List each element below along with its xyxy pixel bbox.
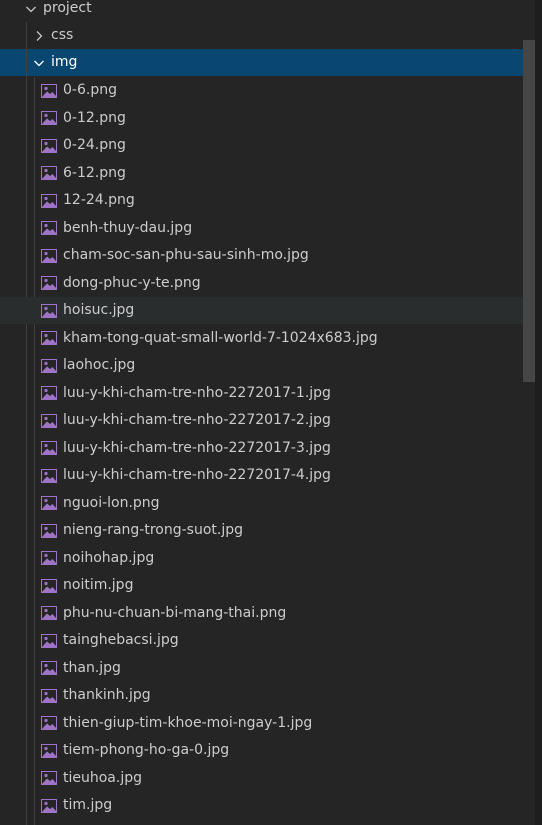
image-file-icon: [40, 633, 58, 649]
file-item[interactable]: than.jpg: [0, 655, 523, 682]
image-file-icon: [40, 495, 58, 511]
tree-folder-project[interactable]: project: [0, 0, 523, 22]
image-file-icon: [40, 165, 58, 181]
file-label: benh-thuy-dau.jpg: [63, 219, 193, 236]
file-label: dong-phuc-y-te.png: [63, 274, 201, 291]
file-label: tim.jpg: [63, 797, 113, 813]
file-item[interactable]: thien-giup-tim-khoe-moi-ngay-1.jpg: [0, 710, 523, 737]
file-item[interactable]: phu-nu-chuan-bi-mang-thai.png: [0, 600, 523, 627]
file-item[interactable]: 12-24.png: [0, 187, 523, 214]
tree-folder-css[interactable]: css: [0, 22, 523, 49]
image-file-icon: [40, 688, 58, 704]
image-file-icon: [40, 385, 58, 401]
file-label: laohoc.jpg: [63, 357, 136, 373]
file-item[interactable]: tieuhoa.jpg: [0, 765, 523, 792]
file-item[interactable]: tim.jpg: [0, 792, 523, 819]
file-item[interactable]: nguoi-lon.png: [0, 490, 523, 517]
image-file-icon: [40, 468, 58, 484]
file-item[interactable]: 6-12.png: [0, 160, 523, 187]
file-label: phu-nu-chuan-bi-mang-thai.png: [63, 604, 287, 621]
file-label: thien-giup-tim-khoe-moi-ngay-1.jpg: [63, 714, 313, 731]
image-file-icon: [40, 578, 58, 594]
file-item[interactable]: 0-24.png: [0, 132, 523, 159]
file-item[interactable]: tainghebacsi.jpg: [0, 627, 523, 654]
image-file-icon: [40, 440, 58, 456]
image-file-icon: [40, 605, 58, 621]
file-label: luu-y-khi-cham-tre-nho-2272017-2.jpg: [63, 412, 331, 428]
file-label: nguoi-lon.png: [63, 494, 160, 511]
file-item[interactable]: kham-tong-quat-small-world-7-1024x683.jp…: [0, 325, 523, 352]
tree-folder-img[interactable]: img: [0, 49, 523, 76]
file-label: 0-6.png: [63, 82, 117, 98]
file-item[interactable]: thankinh.jpg: [0, 682, 523, 709]
file-label: noitim.jpg: [63, 577, 134, 593]
file-label: 0-24.png: [63, 137, 126, 153]
file-item[interactable]: dong-phuc-y-te.png: [0, 270, 523, 297]
file-label: thankinh.jpg: [63, 687, 151, 703]
file-item[interactable]: 0-12.png: [0, 105, 523, 132]
chevron-down-icon[interactable]: [23, 1, 39, 17]
file-label: tiem-phong-ho-ga-0.jpg: [63, 742, 230, 758]
image-file-icon: [40, 523, 58, 539]
file-label: 6-12.png: [63, 164, 126, 181]
editor-edge: [535, 0, 542, 825]
file-label: luu-y-khi-cham-tre-nho-2272017-3.jpg: [63, 439, 331, 456]
image-file-icon: [40, 248, 58, 264]
file-label: 0-12.png: [63, 109, 126, 126]
image-file-icon: [40, 413, 58, 429]
file-item[interactable]: noihohap.jpg: [0, 545, 523, 572]
image-file-icon: [40, 660, 58, 676]
tree-folder-label: img: [51, 54, 78, 70]
file-label: kham-tong-quat-small-world-7-1024x683.jp…: [63, 329, 378, 346]
image-file-icon: [40, 275, 58, 291]
file-item[interactable]: laohoc.jpg: [0, 352, 523, 379]
image-file-icon: [40, 330, 58, 346]
file-label: nieng-rang-trong-suot.jpg: [63, 522, 243, 538]
image-file-icon: [40, 110, 58, 126]
file-item[interactable]: luu-y-khi-cham-tre-nho-2272017-4.jpg: [0, 462, 523, 489]
chevron-down-icon[interactable]: [31, 55, 47, 71]
image-file-icon: [40, 303, 58, 319]
image-file-icon: [40, 193, 58, 209]
image-file-icon: [40, 138, 58, 154]
image-file-icon: [40, 550, 58, 566]
file-item[interactable]: tiem-phong-ho-ga-0.jpg: [0, 737, 523, 764]
file-label: luu-y-khi-cham-tre-nho-2272017-4.jpg: [63, 467, 331, 483]
image-file-icon: [40, 715, 58, 731]
file-item[interactable]: hoisuc.jpg: [0, 297, 523, 324]
file-item[interactable]: nieng-rang-trong-suot.jpg: [0, 517, 523, 544]
file-label: than.jpg: [63, 659, 121, 676]
image-file-icon: [40, 798, 58, 814]
tree-folder-label: project: [43, 0, 92, 16]
file-label: luu-y-khi-cham-tre-nho-2272017-1.jpg: [63, 384, 331, 401]
file-item[interactable]: 0-6.png: [0, 77, 523, 104]
file-label: cham-soc-san-phu-sau-sinh-mo.jpg: [63, 247, 309, 263]
file-label: noihohap.jpg: [63, 549, 155, 566]
file-item[interactable]: cham-soc-san-phu-sau-sinh-mo.jpg: [0, 242, 523, 269]
file-label: hoisuc.jpg: [63, 302, 135, 318]
file-item[interactable]: benh-thuy-dau.jpg: [0, 215, 523, 242]
file-label: tieuhoa.jpg: [63, 769, 142, 786]
chevron-right-icon[interactable]: [31, 28, 47, 44]
file-item[interactable]: luu-y-khi-cham-tre-nho-2272017-3.jpg: [0, 435, 523, 462]
image-file-icon: [40, 358, 58, 374]
file-label: tainghebacsi.jpg: [63, 632, 179, 648]
tree-folder-label: css: [51, 27, 74, 43]
image-file-icon: [40, 220, 58, 236]
vertical-scrollbar[interactable]: [523, 40, 535, 382]
file-explorer: project css img 0-6.png 0-12.png 0-24.png 6…: [0, 0, 542, 825]
file-item[interactable]: luu-y-khi-cham-tre-nho-2272017-2.jpg: [0, 407, 523, 434]
image-file-icon: [40, 743, 58, 759]
image-file-icon: [40, 770, 58, 786]
file-item[interactable]: luu-y-khi-cham-tre-nho-2272017-1.jpg: [0, 380, 523, 407]
file-item[interactable]: noitim.jpg: [0, 572, 523, 599]
file-label: 12-24.png: [63, 192, 135, 208]
image-file-icon: [40, 83, 58, 99]
